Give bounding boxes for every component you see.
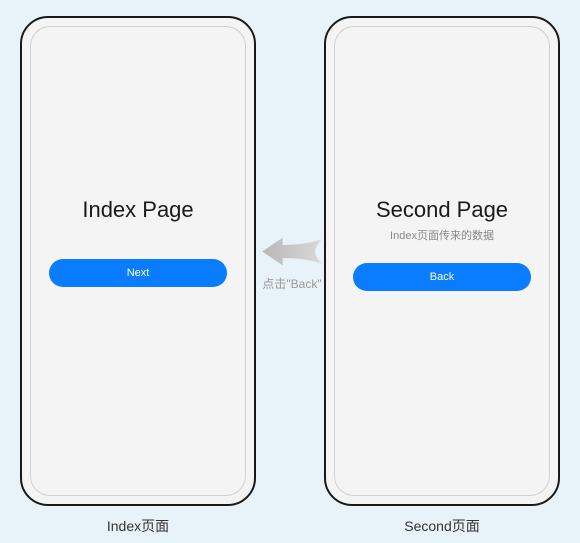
screen-second: Second Page Index页面传来的数据 Back — [334, 26, 550, 496]
next-button-label: Next — [127, 267, 150, 279]
second-page-title: Second Page — [376, 197, 508, 223]
navigation-arrow: 点击"Back" — [252, 232, 332, 292]
index-page-title: Index Page — [82, 197, 193, 223]
second-page-subtitle: Index页面传来的数据 — [390, 227, 494, 243]
next-button[interactable]: Next — [49, 259, 227, 287]
back-button[interactable]: Back — [353, 263, 531, 291]
phone-frame-left: Index Page Next — [20, 16, 256, 506]
arrow-left-icon — [256, 232, 328, 271]
phone-frame-right: Second Page Index页面传来的数据 Back — [324, 16, 560, 506]
caption-index: Index页面 — [20, 516, 256, 536]
arrow-label: 点击"Back" — [262, 275, 321, 292]
caption-second: Second页面 — [324, 516, 560, 536]
screen-index: Index Page Next — [30, 26, 246, 496]
back-button-label: Back — [430, 271, 454, 283]
